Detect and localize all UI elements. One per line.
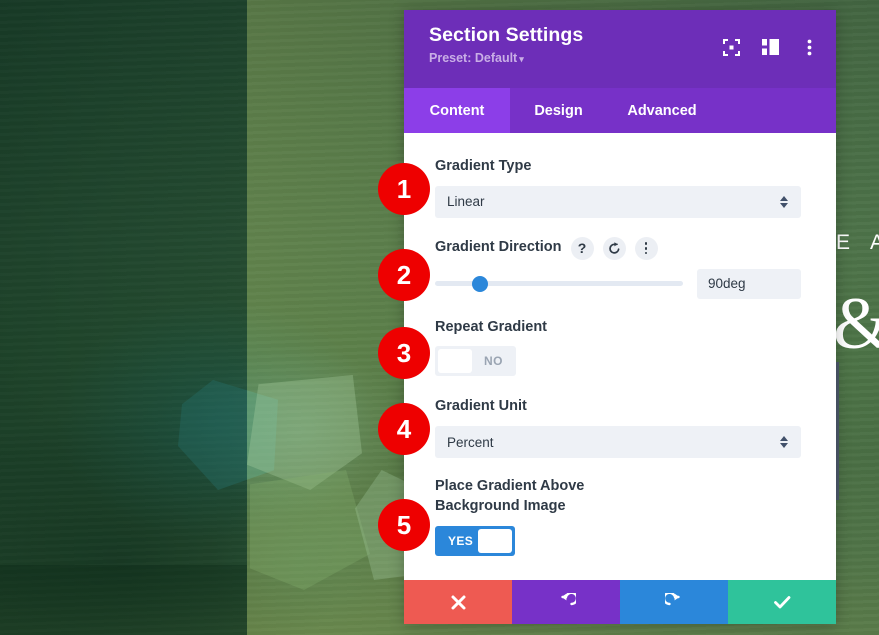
preset-label: Preset: Default	[429, 51, 518, 66]
stepper-arrows-icon	[780, 195, 788, 208]
field-repeat-gradient: Repeat Gradient NO	[435, 318, 801, 379]
undo-button[interactable]	[512, 580, 620, 624]
save-button[interactable]	[728, 580, 836, 624]
annotation-badge-4: 4	[378, 403, 430, 455]
annotation-badge-3: 3	[378, 327, 430, 379]
slider-thumb[interactable]	[471, 275, 488, 292]
direction-more-options-icon[interactable]	[634, 236, 658, 260]
repeat-gradient-state: NO	[484, 354, 503, 369]
redo-icon	[664, 592, 680, 605]
panel-body: Gradient Type Linear Gradient Direction …	[404, 133, 836, 580]
place-gradient-above-toggle[interactable]: YES	[435, 525, 516, 556]
help-glyph: ?	[577, 240, 587, 257]
gradient-unit-value: Percent	[447, 434, 494, 450]
gradient-type-value: Linear	[447, 194, 485, 210]
gradient-direction-label: Gradient Direction	[435, 239, 562, 256]
panel-tabs: Content Design Advanced	[404, 88, 836, 133]
help-icon[interactable]: ?	[570, 236, 594, 260]
toggle-knob	[438, 349, 472, 374]
header-icon-group	[721, 37, 819, 57]
annotation-badge-2: 2	[378, 249, 430, 301]
field-place-gradient-above: Place Gradient Above Background Image YE…	[435, 477, 801, 556]
stepper-arrows-icon	[780, 436, 788, 449]
gradient-direction-label-row: Gradient Direction ?	[435, 236, 801, 260]
tab-design[interactable]: Design	[510, 88, 607, 133]
layout-icon[interactable]	[760, 37, 780, 57]
redo-button[interactable]	[620, 580, 728, 624]
field-gradient-type: Gradient Type Linear	[435, 157, 801, 218]
toggle-knob	[478, 528, 513, 553]
field-gradient-direction: Gradient Direction ? 90deg	[435, 236, 801, 299]
screen: E A & Section Settings Preset: Default▾	[0, 0, 879, 635]
check-icon	[773, 595, 790, 608]
gradient-direction-value: 90deg	[708, 276, 746, 292]
undo-icon	[560, 592, 576, 605]
gradient-type-select[interactable]: Linear	[435, 185, 801, 218]
vertical-dots-icon	[644, 242, 648, 255]
more-options-icon[interactable]	[799, 37, 819, 57]
section-settings-panel: Section Settings Preset: Default ▾ Conte…	[404, 10, 836, 624]
gradient-type-label: Gradient Type	[435, 158, 532, 174]
place-gradient-above-label: Place Gradient Above Background Image	[435, 478, 585, 514]
annotation-badge-1: 1	[378, 163, 430, 215]
tab-advanced[interactable]: Advanced	[607, 88, 717, 133]
gradient-overlay-left	[0, 0, 247, 635]
chevron-down-icon: ▾	[519, 54, 524, 65]
focus-icon[interactable]	[721, 37, 741, 57]
gradient-unit-label: Gradient Unit	[435, 398, 527, 415]
cancel-button[interactable]	[404, 580, 512, 624]
gradient-direction-slider[interactable]	[435, 272, 683, 296]
panel-header: Section Settings Preset: Default ▾	[404, 10, 836, 88]
gradient-direction-input[interactable]: 90deg	[697, 268, 801, 299]
repeat-gradient-toggle[interactable]: NO	[435, 346, 516, 377]
close-icon	[451, 595, 465, 609]
gradient-unit-select[interactable]: Percent	[435, 426, 801, 459]
place-gradient-above-state: YES	[448, 533, 474, 548]
field-gradient-unit: Gradient Unit Percent	[435, 397, 801, 459]
panel-footer	[404, 580, 836, 624]
reset-icon[interactable]	[602, 236, 626, 260]
tab-content[interactable]: Content	[404, 88, 510, 133]
gradient-direction-controls: 90deg	[435, 268, 801, 299]
repeat-gradient-label: Repeat Gradient	[435, 318, 547, 335]
annotation-badge-5: 5	[378, 499, 430, 551]
